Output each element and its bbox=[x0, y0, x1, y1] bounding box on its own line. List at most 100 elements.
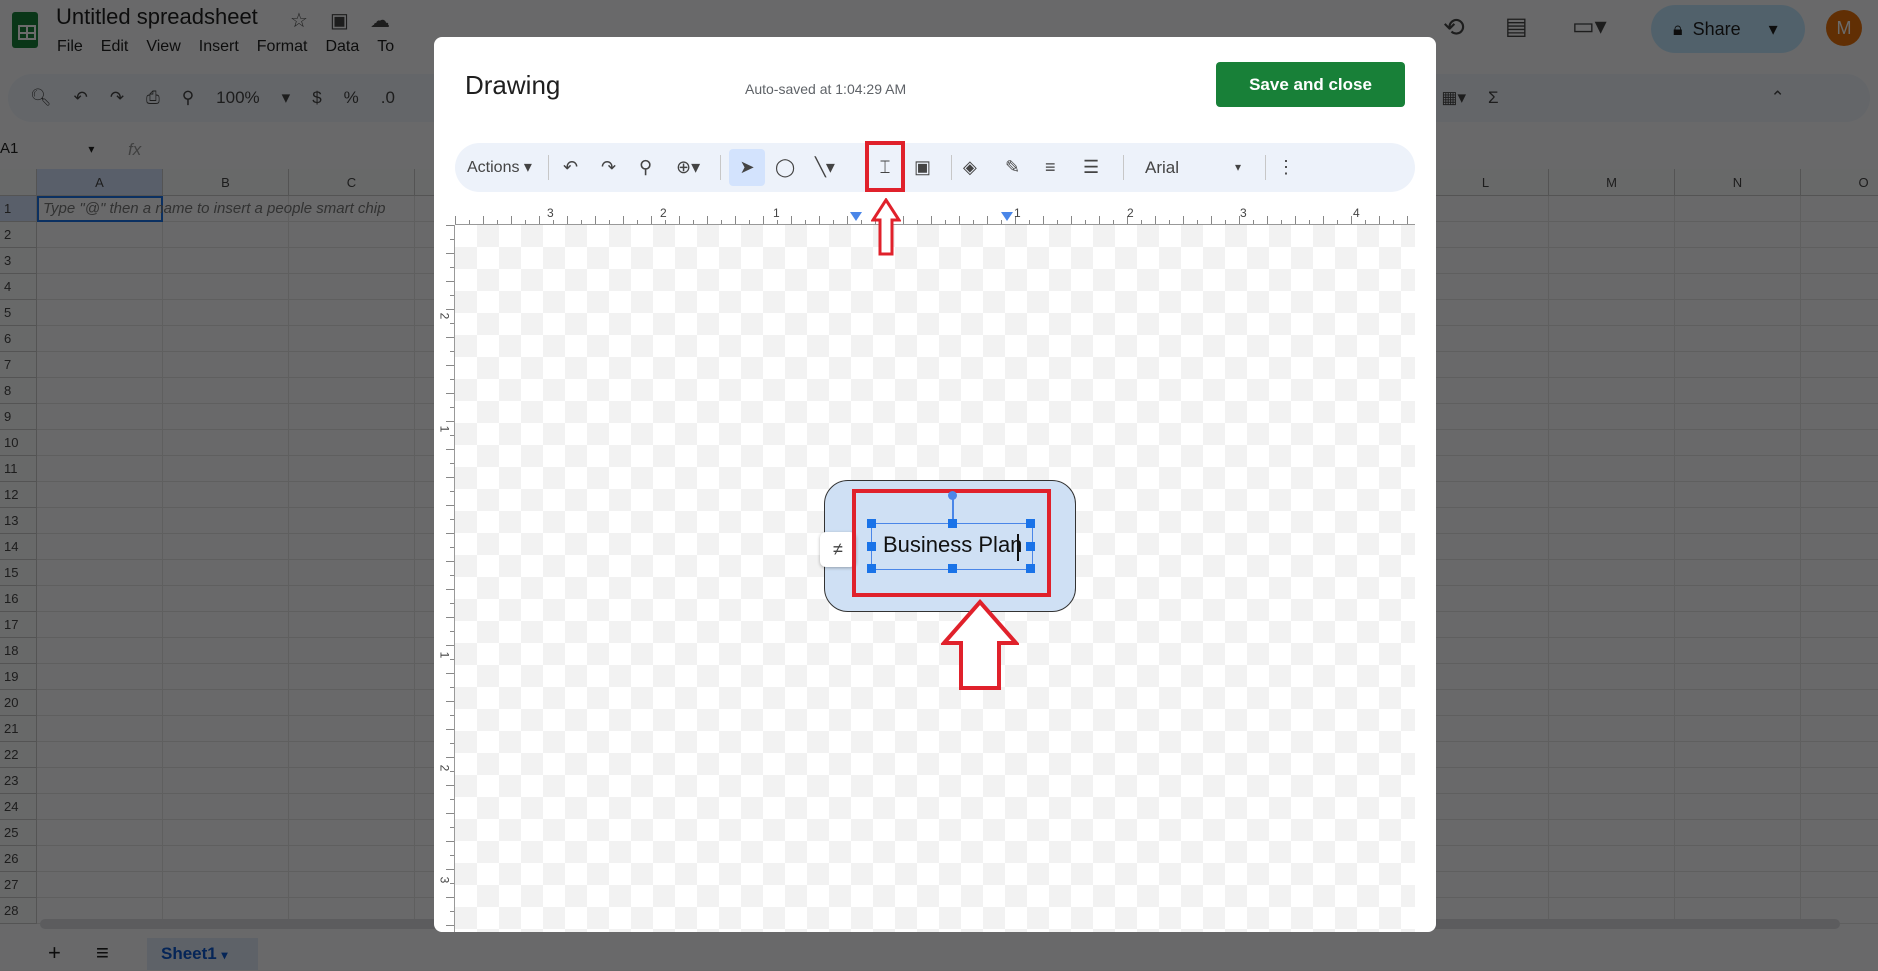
menu-edit[interactable]: Edit bbox=[101, 38, 129, 56]
share-button[interactable]: 🔒︎ Share ▾ bbox=[1651, 5, 1805, 53]
row-header[interactable]: 27 bbox=[0, 872, 37, 898]
menu-data[interactable]: Data bbox=[325, 38, 359, 56]
resize-handle[interactable] bbox=[1026, 542, 1035, 551]
row-header[interactable]: 11 bbox=[0, 456, 37, 482]
percent-button[interactable]: % bbox=[344, 88, 359, 108]
menu-format[interactable]: Format bbox=[257, 38, 308, 56]
resize-handle[interactable] bbox=[948, 564, 957, 573]
row-header[interactable]: 22 bbox=[0, 742, 37, 768]
row-header[interactable]: 7 bbox=[0, 352, 37, 378]
avatar[interactable]: M bbox=[1826, 10, 1862, 46]
horizontal-ruler[interactable]: 3 2 1 1 2 3 4 bbox=[455, 206, 1415, 225]
column-header[interactable]: A bbox=[37, 169, 163, 196]
more-options-icon[interactable]: ⋮ bbox=[1277, 143, 1295, 192]
border-color-icon[interactable]: ✎ bbox=[1005, 143, 1020, 192]
menu-tools[interactable]: To bbox=[377, 38, 394, 56]
sheet-tab[interactable]: Sheet1 ▾ bbox=[147, 938, 258, 970]
column-header[interactable]: B bbox=[163, 169, 289, 196]
row-header[interactable]: 21 bbox=[0, 716, 37, 742]
sum-icon[interactable]: Σ bbox=[1488, 88, 1499, 108]
vertical-ruler[interactable]: 21123 bbox=[437, 225, 455, 932]
image-icon[interactable]: ▣ bbox=[914, 143, 931, 192]
text-box-content[interactable]: Business Plan bbox=[883, 532, 1022, 558]
sheets-logo[interactable] bbox=[12, 12, 38, 48]
chevron-down-icon[interactable]: ▾ bbox=[282, 88, 291, 108]
menu-file[interactable]: File bbox=[57, 38, 83, 56]
search-icon[interactable]: 🔍︎ bbox=[30, 88, 52, 108]
row-header[interactable]: 9 bbox=[0, 404, 37, 430]
cell-a1[interactable]: Type "@" then a name to insert a people … bbox=[37, 196, 385, 222]
row-header[interactable]: 6 bbox=[0, 326, 37, 352]
line-tool-icon[interactable]: ╲▾ bbox=[815, 143, 835, 192]
row-header[interactable]: 15 bbox=[0, 560, 37, 586]
row-header[interactable]: 20 bbox=[0, 690, 37, 716]
column-header[interactable]: N bbox=[1675, 169, 1801, 196]
shape-tool-icon[interactable]: ◯ bbox=[775, 143, 795, 192]
left-indent-marker[interactable] bbox=[850, 212, 862, 221]
save-and-close-button[interactable]: Save and close bbox=[1216, 62, 1405, 107]
row-header[interactable]: 13 bbox=[0, 508, 37, 534]
resize-handle[interactable] bbox=[867, 564, 876, 573]
border-dash-icon[interactable]: ☰ bbox=[1083, 143, 1099, 192]
select-all-corner[interactable] bbox=[0, 169, 37, 196]
menu-view[interactable]: View bbox=[146, 38, 180, 56]
functions-table-icon[interactable]: ▦▾ bbox=[1441, 88, 1466, 108]
currency-button[interactable]: $ bbox=[312, 88, 321, 108]
row-header[interactable]: 14 bbox=[0, 534, 37, 560]
star-icon[interactable]: ☆ bbox=[290, 8, 308, 33]
paint-format-icon[interactable]: ⚲ bbox=[182, 88, 194, 108]
version-history-icon[interactable]: ⟲ bbox=[1443, 12, 1465, 43]
actions-menu[interactable]: Actions ▾ bbox=[467, 143, 532, 192]
row-header[interactable]: 23 bbox=[0, 768, 37, 794]
column-header[interactable]: M bbox=[1549, 169, 1675, 196]
resize-handle[interactable] bbox=[1026, 564, 1035, 573]
row-header[interactable]: 10 bbox=[0, 430, 37, 456]
font-select[interactable]: Arial ▾ bbox=[1145, 143, 1255, 192]
decimal-button[interactable]: .0 bbox=[381, 88, 395, 108]
row-header[interactable]: 24 bbox=[0, 794, 37, 820]
border-weight-icon[interactable]: ≡ bbox=[1045, 143, 1056, 192]
zoom-select[interactable]: 100% bbox=[216, 88, 259, 108]
print-icon[interactable]: ⎙ bbox=[146, 88, 160, 108]
row-header[interactable]: 18 bbox=[0, 638, 37, 664]
add-sheet-icon[interactable]: + bbox=[48, 940, 61, 966]
fill-color-icon[interactable]: ◈ bbox=[963, 143, 977, 192]
cloud-status-icon[interactable]: ☁ bbox=[370, 8, 390, 33]
resize-handle[interactable] bbox=[867, 542, 876, 551]
undo-icon[interactable]: ↶ bbox=[74, 88, 88, 108]
text-wrap-icon[interactable]: ≠ bbox=[820, 532, 856, 567]
row-header[interactable]: 3 bbox=[0, 248, 37, 274]
row-header[interactable]: 12 bbox=[0, 482, 37, 508]
meet-icon[interactable]: ▭▾ bbox=[1572, 12, 1607, 41]
resize-handle[interactable] bbox=[867, 519, 876, 528]
row-header[interactable]: 25 bbox=[0, 820, 37, 846]
select-tool-icon[interactable]: ➤ bbox=[729, 149, 765, 186]
resize-handle[interactable] bbox=[1026, 519, 1035, 528]
menu-insert[interactable]: Insert bbox=[199, 38, 239, 56]
sheet-tab-menu-icon[interactable]: ▾ bbox=[221, 948, 227, 962]
column-header[interactable]: O bbox=[1801, 169, 1878, 196]
redo-icon[interactable]: ↷ bbox=[601, 143, 616, 192]
zoom-icon[interactable]: ⊕▾ bbox=[676, 143, 700, 192]
resize-handle[interactable] bbox=[948, 519, 957, 528]
row-header[interactable]: 28 bbox=[0, 898, 37, 924]
row-header[interactable]: 17 bbox=[0, 612, 37, 638]
row-header[interactable]: 19 bbox=[0, 664, 37, 690]
row-header[interactable]: 16 bbox=[0, 586, 37, 612]
document-title[interactable]: Untitled spreadsheet bbox=[56, 4, 258, 30]
row-header[interactable]: 26 bbox=[0, 846, 37, 872]
redo-icon[interactable]: ↷ bbox=[110, 88, 124, 108]
text-box[interactable]: Business Plan bbox=[867, 491, 1035, 573]
all-sheets-icon[interactable]: ≡ bbox=[96, 940, 109, 966]
row-header[interactable]: 2 bbox=[0, 222, 37, 248]
column-header[interactable]: C bbox=[289, 169, 415, 196]
rotate-handle[interactable] bbox=[948, 491, 957, 500]
row-header[interactable]: 8 bbox=[0, 378, 37, 404]
row-header[interactable]: 5 bbox=[0, 300, 37, 326]
undo-icon[interactable]: ↶ bbox=[563, 143, 578, 192]
name-box[interactable]: A1 ▾ bbox=[0, 140, 94, 157]
move-folder-icon[interactable]: ▣ bbox=[330, 8, 349, 33]
row-header[interactable]: 4 bbox=[0, 274, 37, 300]
column-header[interactable]: L bbox=[1423, 169, 1549, 196]
comments-icon[interactable]: ▤ bbox=[1505, 12, 1528, 41]
